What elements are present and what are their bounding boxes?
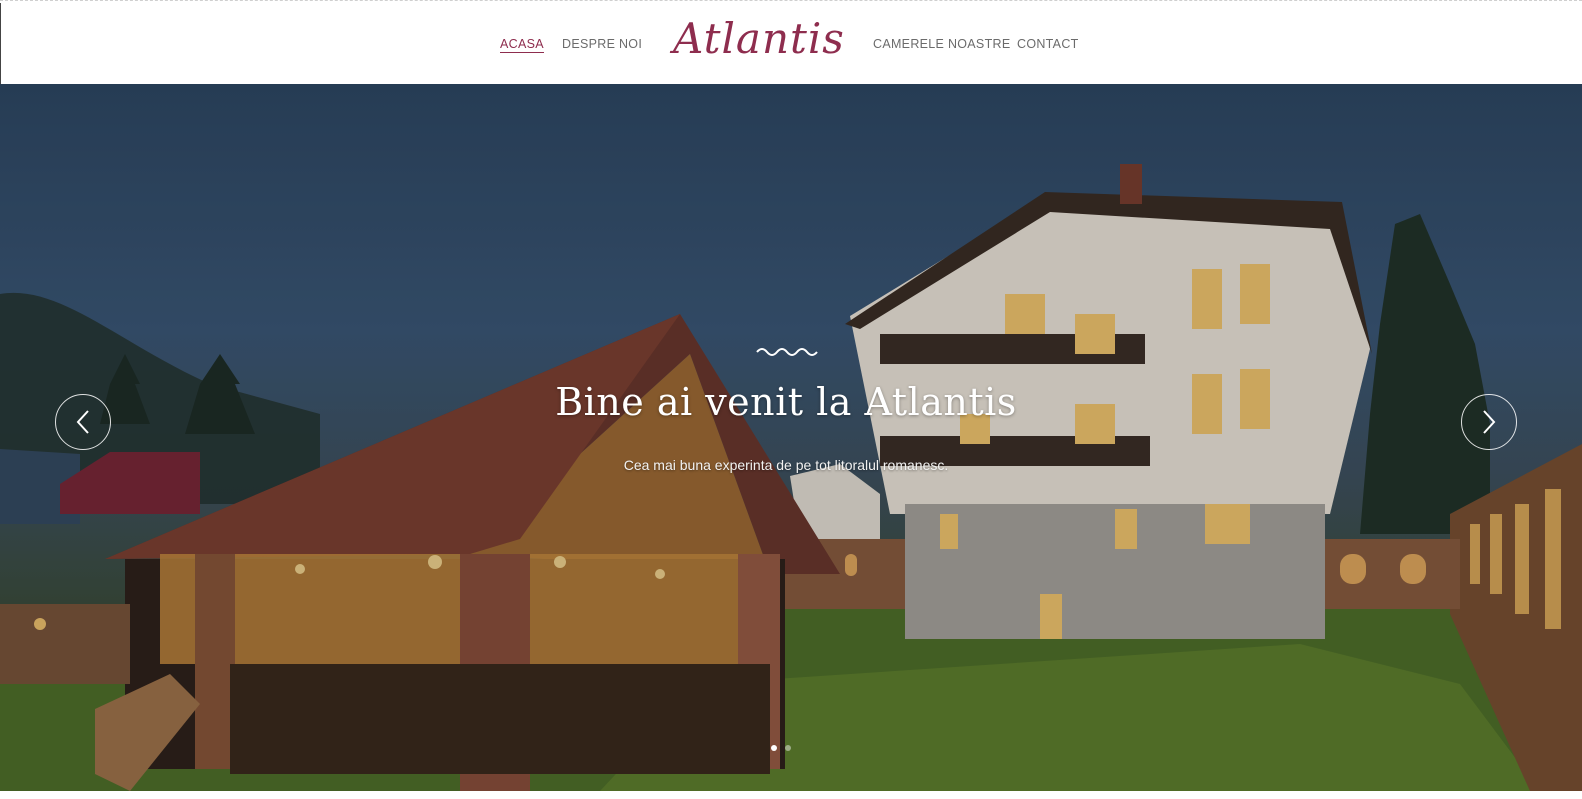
slider-prev-button[interactable] bbox=[55, 394, 111, 450]
bottom-strip bbox=[0, 791, 1582, 799]
site-logo[interactable]: Atlantis bbox=[673, 9, 844, 69]
nav-link-camerele-noastre[interactable]: CAMERELE NOASTRE bbox=[873, 37, 1010, 51]
hero-slider: Bine ai venit la Atlantis Cea mai buna e… bbox=[0, 84, 1582, 791]
chevron-right-icon bbox=[1483, 410, 1496, 434]
hero-overlay bbox=[0, 84, 1582, 791]
slider-next-button[interactable] bbox=[1461, 394, 1517, 450]
hero-subtitle: Cea mai buna experinta de pe tot litoral… bbox=[623, 457, 949, 473]
nav-link-acasa[interactable]: ACASA bbox=[500, 37, 544, 53]
nav-link-despre-noi[interactable]: DESPRE NOI bbox=[562, 37, 642, 51]
slider-dot-2[interactable] bbox=[785, 745, 791, 751]
slider-dot-1[interactable] bbox=[771, 745, 777, 751]
nav-link-contact[interactable]: CONTACT bbox=[1017, 37, 1079, 51]
chevron-left-icon bbox=[76, 410, 89, 434]
slider-dots bbox=[771, 745, 791, 751]
hero-title: Bine ai venit la Atlantis bbox=[555, 380, 1017, 424]
wave-divider-icon bbox=[756, 348, 818, 356]
site-header: ACASA DESPRE NOI Atlantis CAMERELE NOAST… bbox=[0, 3, 1582, 84]
